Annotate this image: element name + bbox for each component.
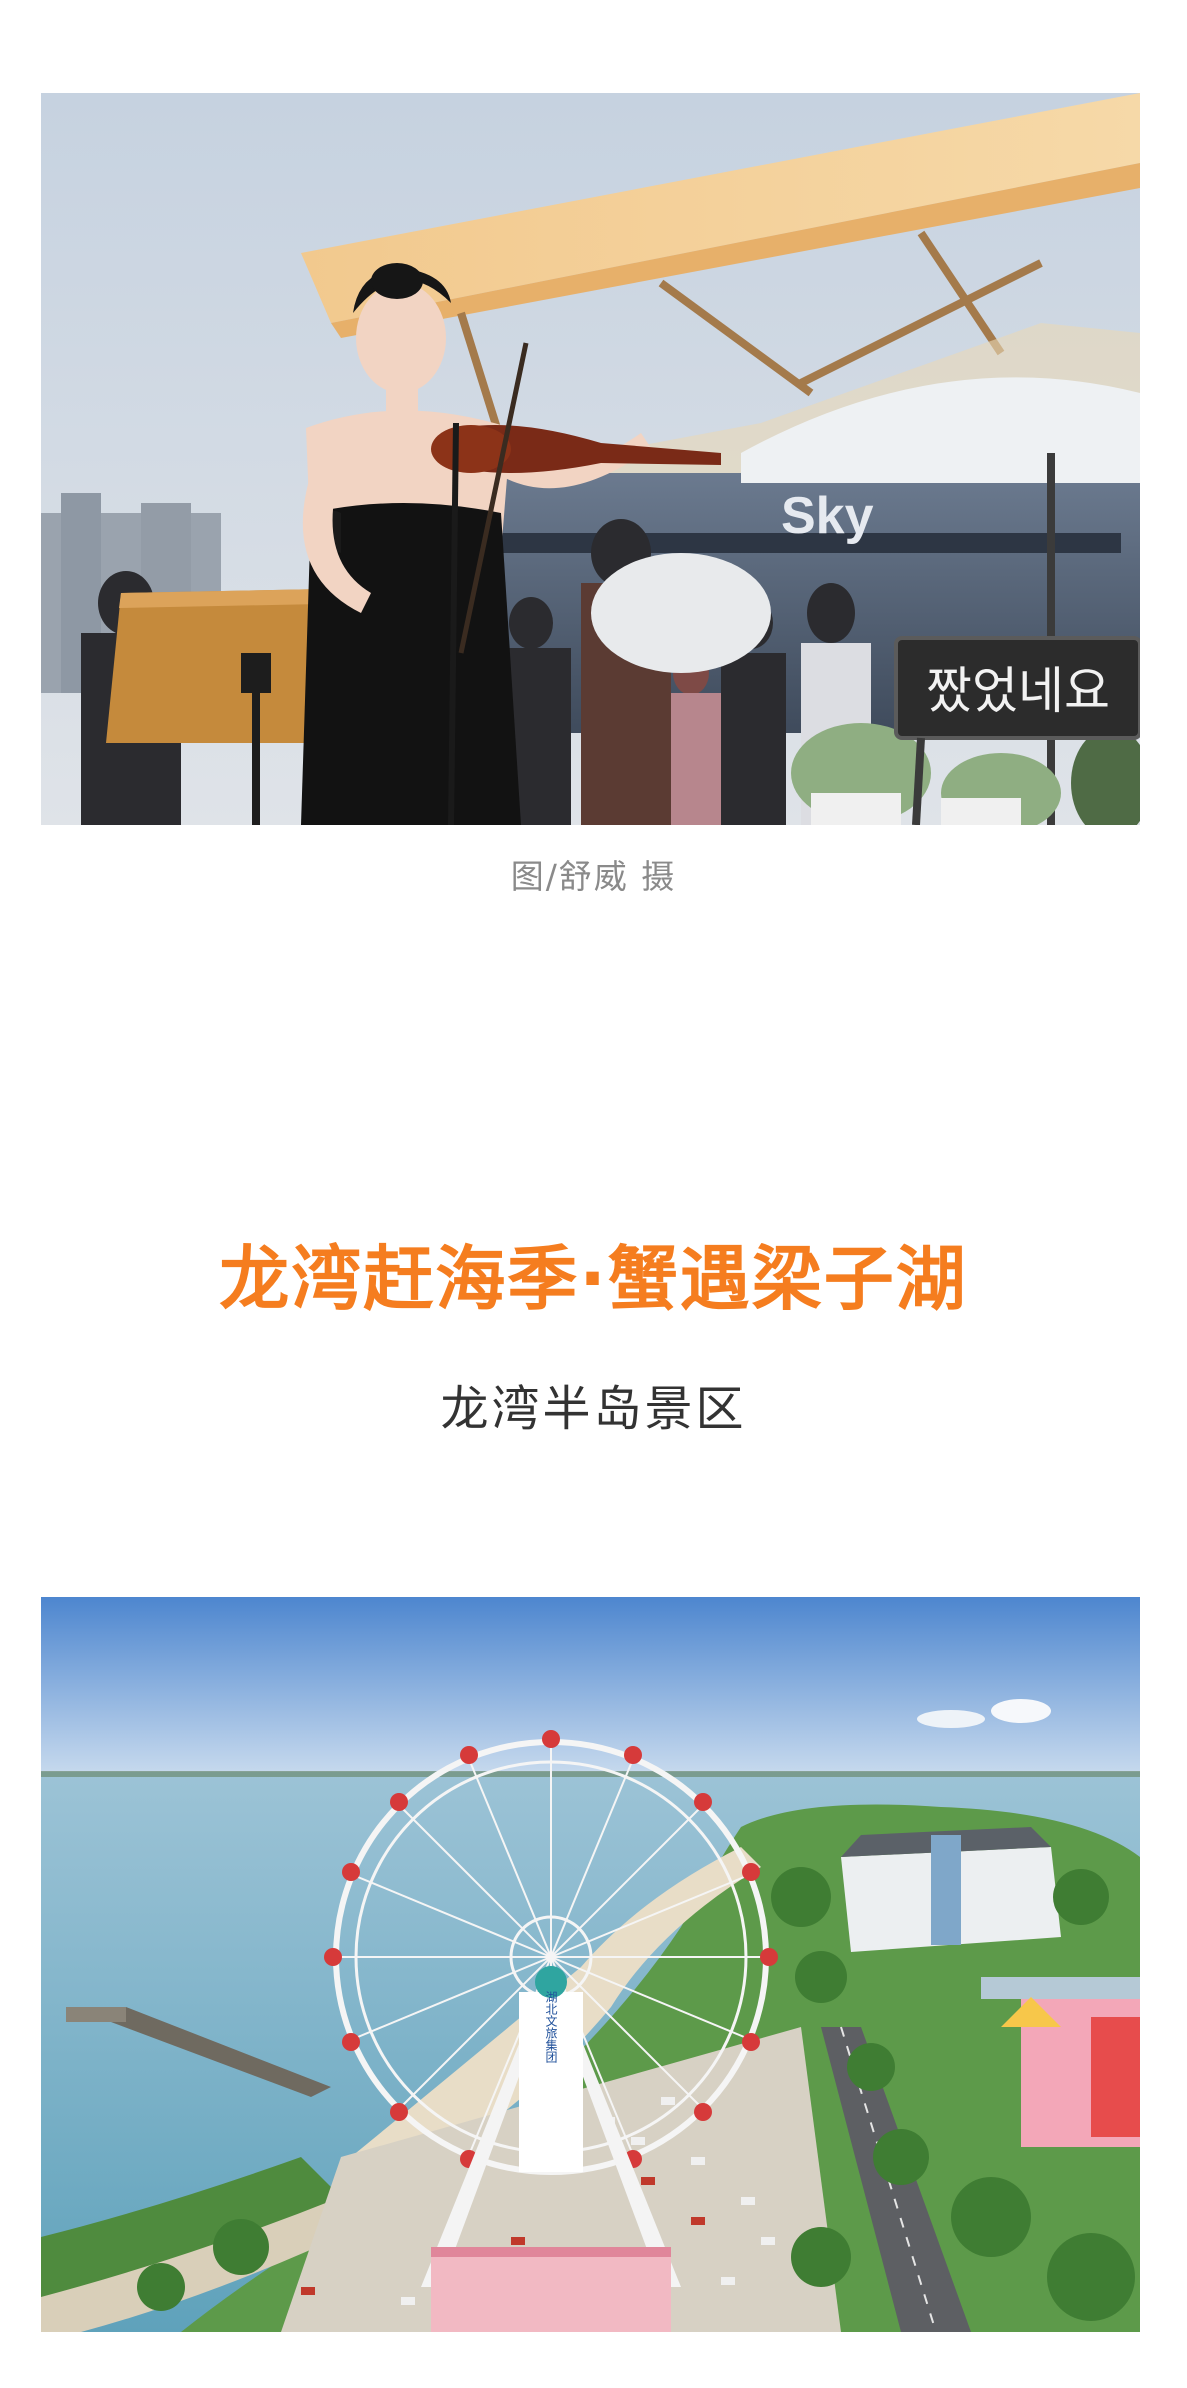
violinist-photo: Sky 짰었네요 [41, 93, 1140, 825]
violinist-scene: Sky 짰었네요 [41, 93, 1140, 825]
aerial-scene: 湖北文旅集团 [41, 1597, 1140, 2332]
chalkboard-sign-text: 짰었네요 [926, 662, 1110, 720]
aerial-ferris-wheel-photo: 湖北文旅集团 [41, 1597, 1140, 2332]
section-headline: 龙湾赶海季·蟹遇梁子湖 [219, 1238, 968, 1320]
building-sign-text: Sky [781, 487, 874, 545]
photo-caption: 图/舒威 摄 [510, 857, 677, 896]
section-subhead: 龙湾半岛景区 [440, 1381, 747, 1437]
ferris-tower-text: 湖北文旅集团 [544, 1990, 558, 2064]
